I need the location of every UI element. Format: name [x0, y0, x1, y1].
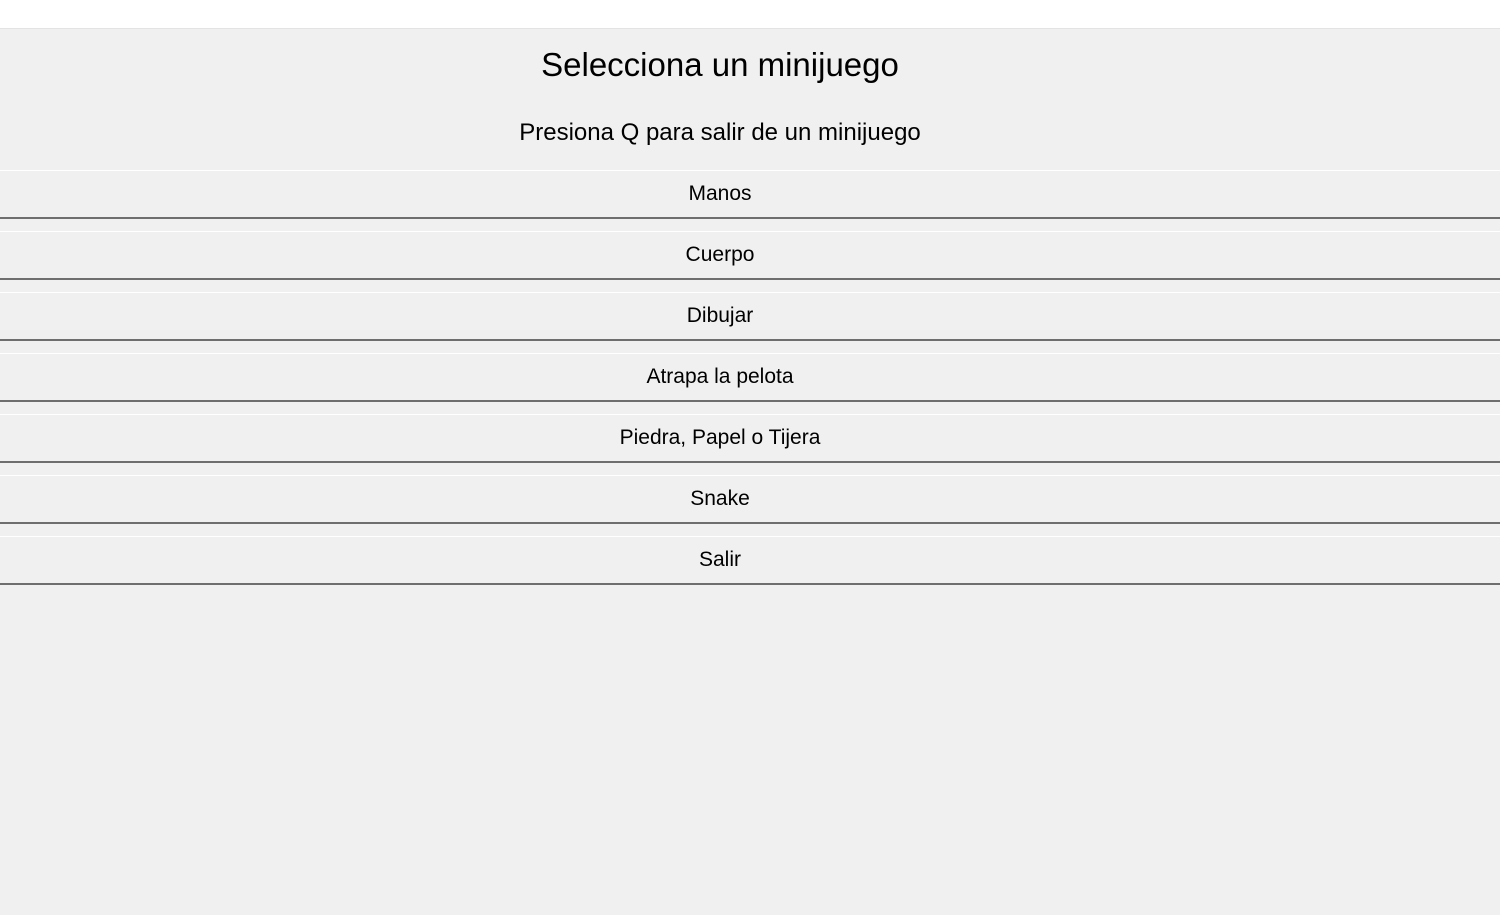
- dibujar-button-label: Dibujar: [686, 304, 754, 327]
- window-titlebar[interactable]: [0, 0, 1500, 29]
- snake-button[interactable]: Snake: [0, 475, 1500, 524]
- app-window: Selecciona un minijuego Presiona Q para …: [0, 0, 1500, 915]
- minigame-menu: Manos Cuerpo Dibujar Atrapa la pelota Pi…: [0, 170, 1500, 597]
- page-title: Selecciona un minijuego: [541, 46, 899, 83]
- salir-button-label: Salir: [698, 548, 741, 571]
- piedra-papel-tijera-button-label: Piedra, Papel o Tijera: [619, 426, 821, 449]
- main-content: Selecciona un minijuego Presiona Q para …: [0, 29, 1500, 915]
- cuerpo-button[interactable]: Cuerpo: [0, 231, 1500, 280]
- atrapa-la-pelota-button[interactable]: Atrapa la pelota: [0, 353, 1500, 402]
- salir-button[interactable]: Salir: [0, 536, 1500, 585]
- piedra-papel-tijera-button[interactable]: Piedra, Papel o Tijera: [0, 414, 1500, 463]
- snake-button-label: Snake: [690, 487, 750, 510]
- instructions-text: Presiona Q para salir de un minijuego: [519, 119, 921, 146]
- dibujar-button[interactable]: Dibujar: [0, 292, 1500, 341]
- atrapa-la-pelota-button-label: Atrapa la pelota: [646, 365, 794, 388]
- manos-button-label: Manos: [688, 182, 752, 205]
- manos-button[interactable]: Manos: [0, 170, 1500, 219]
- cuerpo-button-label: Cuerpo: [685, 243, 755, 266]
